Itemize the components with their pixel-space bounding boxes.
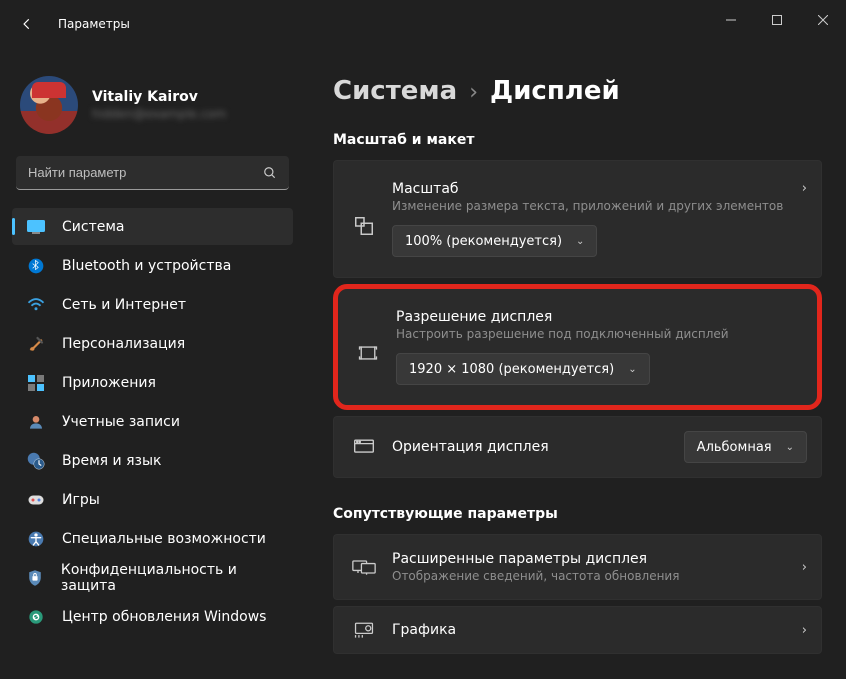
card-title: Ориентация дисплея: [392, 439, 684, 455]
user-block[interactable]: Vitaliy Kairov hidden@example.com: [12, 48, 293, 156]
nav-item-personalization[interactable]: Персонализация: [12, 325, 293, 362]
nav-label: Персонализация: [62, 336, 185, 352]
nav-item-network[interactable]: Сеть и Интернет: [12, 286, 293, 323]
shield-icon: [26, 568, 45, 588]
nav-item-windows-update[interactable]: Центр обновления Windows: [12, 598, 293, 635]
breadcrumb-current: Дисплей: [490, 76, 620, 106]
card-scale[interactable]: Масштаб Изменение размера текста, прилож…: [333, 160, 822, 278]
apps-icon: [26, 373, 46, 393]
chevron-right-icon: ›: [802, 181, 807, 196]
back-button[interactable]: [20, 17, 38, 31]
section-scale-heading: Масштаб и макет: [333, 132, 822, 148]
resolution-icon: [354, 343, 382, 363]
search-icon: [263, 166, 277, 180]
dropdown-value: 1920 × 1080 (рекомендуется): [409, 362, 614, 377]
card-resolution[interactable]: Разрешение дисплея Настроить разрешение …: [333, 284, 822, 410]
search-box[interactable]: [16, 156, 289, 190]
card-title: Расширенные параметры дисплея: [392, 551, 794, 567]
user-name: Vitaliy Kairov: [92, 89, 226, 105]
nav-item-bluetooth[interactable]: Bluetooth и устройства: [12, 247, 293, 284]
nav-item-privacy[interactable]: Конфиденциальность и защита: [12, 559, 293, 596]
scale-icon: [350, 215, 378, 237]
scale-dropdown[interactable]: 100% (рекомендуется) ⌄: [392, 225, 597, 257]
card-graphics[interactable]: Графика ›: [333, 606, 822, 654]
close-button[interactable]: [800, 0, 846, 40]
card-subtitle: Изменение размера текста, приложений и д…: [392, 199, 794, 213]
card-subtitle: Отображение сведений, частота обновления: [392, 569, 794, 583]
nav-label: Игры: [62, 492, 100, 508]
user-email: hidden@example.com: [92, 107, 226, 121]
chevron-down-icon: ⌄: [628, 364, 636, 375]
chevron-down-icon: ⌄: [576, 236, 584, 247]
wifi-icon: [26, 295, 46, 315]
card-advanced-display[interactable]: Расширенные параметры дисплея Отображени…: [333, 534, 822, 600]
gamepad-icon: [26, 490, 46, 510]
bluetooth-icon: [26, 256, 46, 276]
nav-list: Система Bluetooth и устройства Сеть и Ин…: [12, 208, 293, 635]
nav-item-gaming[interactable]: Игры: [12, 481, 293, 518]
sidebar: Vitaliy Kairov hidden@example.com Систем…: [0, 48, 305, 679]
nav-label: Конфиденциальность и защита: [61, 562, 283, 594]
person-icon: [26, 412, 46, 432]
search-input[interactable]: [28, 165, 263, 180]
nav-label: Время и язык: [62, 453, 161, 469]
breadcrumb: Система › Дисплей: [333, 76, 822, 106]
brush-icon: [26, 334, 46, 354]
minimize-button[interactable]: [708, 0, 754, 40]
nav-label: Bluetooth и устройства: [62, 258, 231, 274]
nav-label: Приложения: [62, 375, 156, 391]
graphics-icon: [350, 621, 378, 639]
card-title: Разрешение дисплея: [396, 309, 803, 325]
chevron-right-icon: ›: [802, 560, 807, 575]
orientation-dropdown[interactable]: Альбомная ⌄: [684, 431, 807, 463]
nav-item-accounts[interactable]: Учетные записи: [12, 403, 293, 440]
maximize-button[interactable]: [754, 0, 800, 40]
card-subtitle: Настроить разрешение под подключенный ди…: [396, 327, 803, 341]
nav-item-apps[interactable]: Приложения: [12, 364, 293, 401]
dropdown-value: Альбомная: [697, 440, 772, 455]
nav-item-accessibility[interactable]: Специальные возможности: [12, 520, 293, 557]
nav-label: Центр обновления Windows: [62, 609, 266, 625]
resolution-dropdown[interactable]: 1920 × 1080 (рекомендуется) ⌄: [396, 353, 650, 385]
chevron-right-icon: ›: [469, 80, 478, 105]
window-controls: [708, 0, 846, 40]
nav-label: Учетные записи: [62, 414, 180, 430]
nav-label: Сеть и Интернет: [62, 297, 186, 313]
nav-label: Система: [62, 219, 124, 235]
breadcrumb-parent[interactable]: Система: [333, 76, 457, 106]
dropdown-value: 100% (рекомендуется): [405, 234, 562, 249]
nav-label: Специальные возможности: [62, 531, 266, 547]
accessibility-icon: [26, 529, 46, 549]
nav-item-time-language[interactable]: Время и язык: [12, 442, 293, 479]
main-content: Система › Дисплей Масштаб и макет Масшта…: [305, 48, 846, 679]
avatar: [20, 76, 78, 134]
card-orientation[interactable]: Ориентация дисплея Альбомная ⌄: [333, 416, 822, 478]
clock-globe-icon: [26, 451, 46, 471]
section-related-heading: Сопутствующие параметры: [333, 506, 822, 522]
multi-monitor-icon: [350, 558, 378, 576]
monitor-icon: [26, 217, 46, 237]
chevron-down-icon: ⌄: [786, 442, 794, 453]
chevron-right-icon: ›: [802, 623, 807, 638]
window-title: Параметры: [58, 17, 130, 31]
card-title: Масштаб: [392, 181, 794, 197]
orientation-icon: [350, 438, 378, 456]
update-icon: [26, 607, 46, 627]
nav-item-system[interactable]: Система: [12, 208, 293, 245]
card-title: Графика: [392, 622, 794, 638]
